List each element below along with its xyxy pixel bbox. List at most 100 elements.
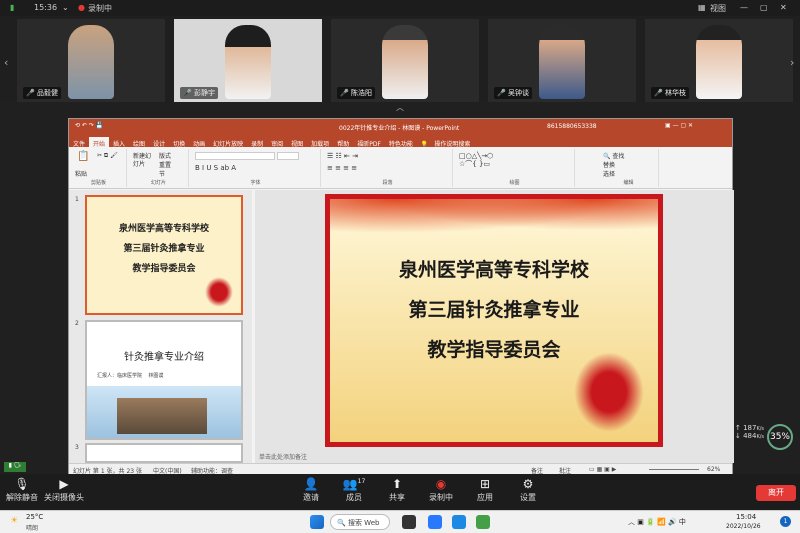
weather-temp[interactable]: 25°C [26,513,43,521]
clipboard-group: 📋 粘贴 ✂ ⧉ 🖌 剪贴板 [71,149,127,187]
slide-thumbnail-pane[interactable]: 1 泉州医学高等专科学校 第三届针灸推拿专业 教学指导委员会 2 针灸推拿专业介… [69,190,252,463]
participant-video [225,25,271,99]
participant-name: 🎤 品毅健 [23,87,61,99]
top-status-bar: ▮ 15:36 ⌄ ● 录制中 ▦ 视图 — ▢ ✕ [0,0,800,16]
font-name-select[interactable] [195,152,275,160]
slide-title-line-2: 第三届针灸推拿专业 [408,299,580,321]
clock-date[interactable]: 2022/10/26 [726,523,761,530]
align-icons[interactable]: ≡ ≡ ≡ ≡ [327,164,357,172]
window-controls[interactable]: ▣ — ▢ ✕ [665,122,693,129]
taskbar-search[interactable]: 🔍 搜索 Web [330,514,390,530]
drawing-group: □○△╲→⬡ ☆⌒{ }▭ 绘图 [455,149,575,187]
view-buttons[interactable]: ▭ ▦ ▣ ▶ [589,466,616,473]
share-icon: ⬆ [391,477,403,491]
slide-thumbnail-3[interactable] [85,443,243,463]
meeting-app-icon[interactable] [452,515,466,529]
camera-icon: ▶ [59,477,69,491]
reset-button[interactable]: 重置 [159,160,171,169]
participant-tile[interactable]: 🎤 林华枝 [645,19,793,102]
view-button[interactable]: 视图 [710,3,726,14]
maximize-icon[interactable]: ▢ [760,3,768,12]
paste-button[interactable]: 粘贴 [75,169,87,178]
thumb-reporter: 汇报人：临床医学院 林图谟 [97,373,164,379]
unmute-button[interactable]: 🎙 解除静音 [2,477,42,503]
papercut-border-top [330,199,658,239]
editing-group: 🔍 查找 替换 选择 编辑 [599,149,659,187]
shapes-gallery[interactable]: □○△╲→⬡ ☆⌒{ }▭ [459,152,493,168]
group-label: 段落 [382,180,393,186]
network-speed: ↑ 187K/s ↓ 484K/s [735,424,765,440]
participant-video [539,25,585,99]
speaker-indicator: ▮ 🗣 [4,462,26,472]
invite-button[interactable]: 👤 邀请 [291,477,331,503]
current-slide[interactable]: 泉州医学高等专科学校 第三届针灸推拿专业 教学指导委员会 [325,194,663,447]
stop-video-button[interactable]: ▶ 关闭摄像头 [44,477,84,503]
zoom-slider[interactable] [649,469,699,470]
participant-video [696,25,742,99]
notification-badge[interactable]: 1 [780,516,791,527]
apps-button[interactable]: ⊞ 应用 [465,477,505,503]
windows-taskbar: ☀ 25°C 晴朗 🔍 搜索 Web ︿ ▣ 🔋 📶 🔊 中 15:04 202… [0,510,800,533]
participant-name: 🎤 林华枝 [651,87,689,99]
collapse-gallery-icon[interactable]: ︿ [396,102,404,113]
windows-start-icon[interactable] [310,515,324,529]
app-icon[interactable] [428,515,442,529]
participant-name: 🎤 彭静宇 [180,87,218,99]
list-icons[interactable]: ☰ ☷ ⇤ ⇥ [327,152,358,160]
autosave-icon[interactable]: ⟲ ↶ ↷ 💾 [75,122,103,129]
document-title: 0022年针推专业介绍 - 林图谟 - PowerPoint [339,125,460,132]
select-button[interactable]: 选择 [603,169,615,178]
campus-image [117,398,207,434]
layout-button[interactable]: 版式 [159,151,171,160]
group-label: 绘图 [509,180,520,186]
meeting-toolbar: 🎙 解除静音 ▶ 关闭摄像头 👤 邀请 👥17 成员 ⬆ 共享 ◉ 录制中 ⊞ 应用 ⚙ 设置 [0,474,800,510]
participant-tile[interactable]: 🎤 陈浩阳 [331,19,479,102]
apps-icon: ⊞ [479,477,491,491]
recording-button[interactable]: ◉ 录制中 [421,477,461,503]
paste-icon[interactable]: 📋 [77,151,89,162]
group-label: 剪贴板 [90,180,106,186]
video-gallery: ‹ 🎤 品毅健 🎤 彭静宇 🎤 陈浩阳 🎤 吴钟谈 🎤 林华枝 › ︿ [0,16,800,112]
members-icon: 👥17 [342,477,366,491]
font-size-select[interactable] [277,152,299,160]
gallery-prev-icon[interactable]: ‹ [4,56,8,69]
clock-time[interactable]: 15:04 [736,513,756,521]
ppt-status-bar: 幻灯片 第 1 张，共 23 张 中文(中国) 辅助功能：调查 备注 批注 ▭ … [69,463,732,475]
section-button[interactable]: 节 [159,169,165,178]
record-icon: ◉ [435,477,447,491]
minimize-icon[interactable]: — [740,3,748,12]
participant-tile[interactable]: 🎤 吴钟谈 [488,19,636,102]
gallery-next-icon[interactable]: › [790,56,794,69]
slide-number: 2 [75,320,79,327]
font-format-icons[interactable]: B I U S ab A [195,164,236,172]
weather-desc: 晴朗 [26,525,39,532]
gear-icon: ⚙ [522,477,534,491]
share-button[interactable]: ⬆ 共享 [377,477,417,503]
group-label: 幻灯片 [150,180,166,186]
members-button[interactable]: 👥17 成员 [334,477,374,503]
view-grid-icon[interactable]: ▦ [698,3,706,12]
participant-tile[interactable]: 🎤 品毅健 [17,19,165,102]
wechat-icon[interactable] [476,515,490,529]
slide-thumbnail-1[interactable]: 泉州医学高等专科学校 第三届针灸推拿专业 教学指导委员会 [85,195,243,315]
new-slide-button[interactable]: 新建幻灯片 [133,153,155,169]
cut-copy-icons[interactable]: ✂ ⧉ 🖌 [97,152,118,160]
papercut-decoration [205,277,233,307]
settings-button[interactable]: ⚙ 设置 [508,477,548,503]
chevron-down-icon[interactable]: ⌄ [62,3,69,12]
participant-video [68,25,114,99]
system-tray-icons[interactable]: ︿ ▣ 🔋 📶 🔊 中 [628,517,686,527]
group-label: 字体 [250,180,261,186]
find-button[interactable]: 🔍 查找 [603,151,624,160]
papercut-figure-decoration [574,352,644,432]
shared-screen-powerpoint: ⟲ ↶ ↷ 💾 0022年针推专业介绍 - 林图谟 - PowerPoint 8… [68,118,734,475]
leave-button[interactable]: 离开 [756,485,796,501]
slide-thumbnail-2[interactable]: 针灸推拿专业介绍 汇报人：临床医学院 林图谟 [85,320,243,440]
participant-tile[interactable]: 🎤 彭静宇 [174,19,322,102]
replace-button[interactable]: 替换 [603,160,615,169]
thumb-line: 第三届针灸推拿专业 [123,244,205,254]
task-view-icon[interactable] [402,515,416,529]
account-label[interactable]: 8615880653338 [547,123,597,130]
slide-editor[interactable]: 泉州医学高等专科学校 第三届针灸推拿专业 教学指导委员会 [255,190,734,463]
close-icon[interactable]: ✕ [780,3,787,12]
